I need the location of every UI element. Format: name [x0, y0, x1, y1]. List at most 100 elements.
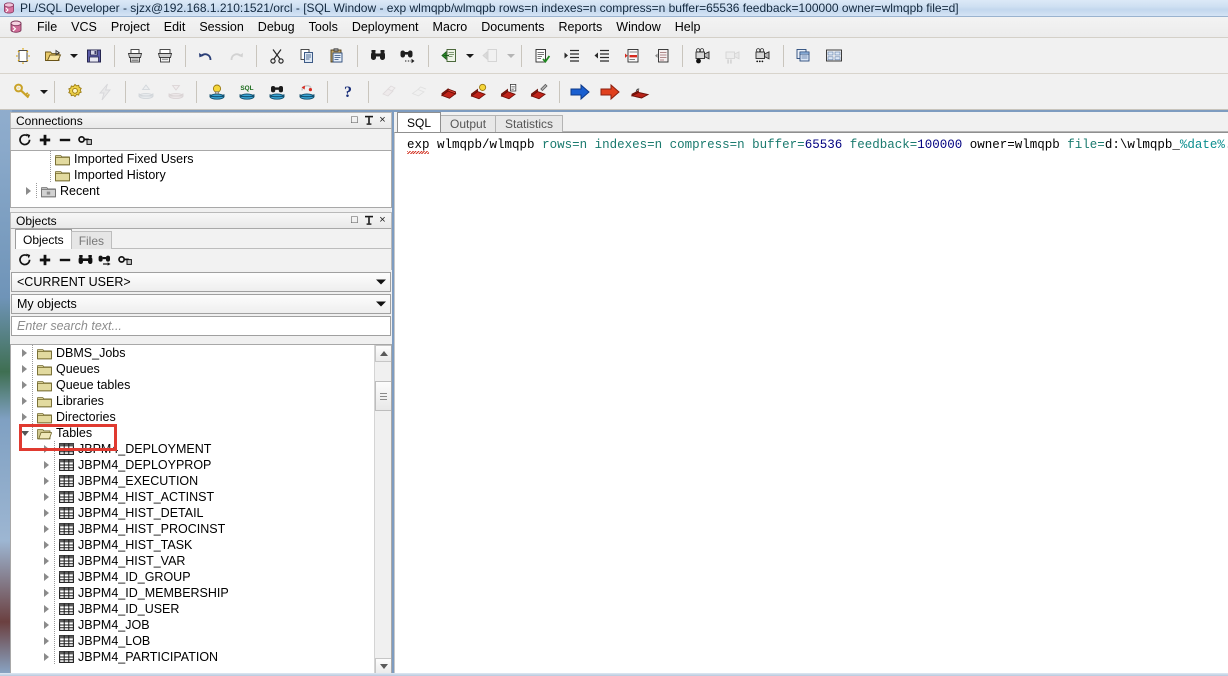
search-input[interactable]: Enter search text...	[11, 316, 391, 336]
new-document-icon[interactable]	[10, 43, 36, 69]
expand-triangle-icon[interactable]	[41, 633, 52, 649]
execute-dropdown-arrow-icon[interactable]	[464, 43, 475, 69]
user-filter-combo[interactable]: <CURRENT USER>	[11, 272, 391, 292]
menu-project[interactable]: Project	[104, 18, 157, 36]
menu-session[interactable]: Session	[192, 18, 250, 36]
expand-triangle-icon[interactable]	[41, 569, 52, 585]
menu-tools[interactable]: Tools	[302, 18, 345, 36]
tree-row[interactable]: DBMS_Jobs	[11, 345, 374, 361]
tree-row[interactable]: JBPM4_HIST_TASK	[11, 537, 374, 553]
tree-row[interactable]: Libraries	[11, 393, 374, 409]
gold-key-icon[interactable]	[10, 79, 36, 105]
menu-vcs[interactable]: VCS	[64, 18, 104, 36]
menu-macro[interactable]: Macro	[426, 18, 475, 36]
expand-triangle-icon[interactable]	[41, 617, 52, 633]
scroll-up-button[interactable]	[375, 345, 391, 362]
tree-row[interactable]: Recent	[11, 183, 391, 199]
clipboard-paste-icon[interactable]	[324, 43, 350, 69]
doc-check-icon[interactable]	[529, 43, 555, 69]
menu-help[interactable]: Help	[668, 18, 708, 36]
minus-icon[interactable]	[55, 250, 75, 269]
scrollbar-thumb[interactable]	[375, 381, 391, 411]
expand-triangle-icon[interactable]	[41, 473, 52, 489]
open-folder-icon[interactable]	[40, 43, 66, 69]
session-key-dropdown-arrow-icon[interactable]	[38, 79, 49, 105]
indent-increase-icon[interactable]	[559, 43, 585, 69]
db-refresh-red-icon[interactable]	[294, 79, 320, 105]
red-toolbox-page-icon[interactable]	[496, 79, 522, 105]
binoculars-next-icon[interactable]	[395, 43, 421, 69]
tree-row[interactable]: JBPM4_PARTICIPATION	[11, 649, 374, 665]
tree-row[interactable]: Directories	[11, 409, 374, 425]
tree-row[interactable]: JBPM4_JOB	[11, 617, 374, 633]
expand-triangle-icon[interactable]	[41, 649, 52, 665]
expand-triangle-icon[interactable]	[41, 537, 52, 553]
connections-tree[interactable]: Imported Fixed Users Imported History Rece…	[10, 150, 392, 208]
indent-decrease-icon[interactable]	[589, 43, 615, 69]
red-toolbox-wrench-icon[interactable]	[526, 79, 552, 105]
red-toolbox-bulb-icon[interactable]	[466, 79, 492, 105]
close-icon[interactable]: ×	[376, 214, 389, 227]
expand-triangle-icon[interactable]	[19, 377, 30, 393]
tab-files[interactable]: Files	[70, 231, 113, 249]
expand-triangle-icon[interactable]	[41, 601, 52, 617]
tree-row[interactable]: JBPM4_ID_GROUP	[11, 569, 374, 585]
menu-reports[interactable]: Reports	[552, 18, 610, 36]
tree-row[interactable]: Imported History	[11, 167, 391, 183]
scissors-icon[interactable]	[264, 43, 290, 69]
expand-triangle-icon[interactable]	[41, 505, 52, 521]
red-briefcase-icon[interactable]	[627, 79, 653, 105]
expand-triangle-icon[interactable]	[41, 521, 52, 537]
pushpin-icon[interactable]	[362, 114, 375, 127]
expand-triangle-icon[interactable]	[19, 393, 30, 409]
undo-arrow-icon[interactable]	[193, 43, 219, 69]
tree-row[interactable]: JBPM4_LOB	[11, 633, 374, 649]
doc-plain-icon[interactable]	[649, 43, 675, 69]
tree-row[interactable]: JBPM4_ID_USER	[11, 601, 374, 617]
tree-row[interactable]: JBPM4_HIST_DETAIL	[11, 505, 374, 521]
tree-row[interactable]: JBPM4_HIST_VAR	[11, 553, 374, 569]
minus-icon[interactable]	[55, 130, 75, 149]
red-right-arrow-icon[interactable]	[597, 79, 623, 105]
blue-right-arrow-icon[interactable]	[567, 79, 593, 105]
printer-icon[interactable]	[122, 43, 148, 69]
binoculars-icon[interactable]	[75, 250, 95, 269]
question-mark-icon[interactable]: ?	[335, 79, 361, 105]
tile-windows-icon[interactable]	[821, 43, 847, 69]
expand-triangle-icon[interactable]	[41, 489, 52, 505]
expand-triangle-icon[interactable]	[41, 441, 52, 457]
plus-icon[interactable]	[35, 250, 55, 269]
camera-record-icon[interactable]	[690, 43, 716, 69]
key-lock-icon[interactable]	[75, 130, 95, 149]
print-preview-icon[interactable]	[152, 43, 178, 69]
tree-row[interactable]: Queues	[11, 361, 374, 377]
db-bulb-icon[interactable]	[204, 79, 230, 105]
pushpin-icon[interactable]	[362, 214, 375, 227]
expand-triangle-icon[interactable]	[23, 183, 34, 199]
tab-sql[interactable]: SQL	[397, 112, 442, 132]
expand-triangle-icon[interactable]	[41, 553, 52, 569]
tree-row[interactable]: JBPM4_DEPLOYMENT	[11, 441, 374, 457]
tree-row[interactable]: Imported Fixed Users	[11, 151, 391, 167]
open-dropdown-arrow-icon[interactable]	[68, 43, 79, 69]
tree-row[interactable]: Tables	[11, 425, 374, 441]
menu-debug[interactable]: Debug	[251, 18, 302, 36]
tree-row[interactable]: Queue tables	[11, 377, 374, 393]
objects-tree[interactable]: DBMS_Jobs Queues Queue tables Libraries Dire…	[10, 344, 392, 676]
expand-triangle-icon[interactable]	[41, 457, 52, 473]
plus-icon[interactable]	[35, 130, 55, 149]
menu-documents[interactable]: Documents	[474, 18, 551, 36]
refresh-circular-icon[interactable]	[15, 130, 35, 149]
red-toolbox-icon[interactable]	[436, 79, 462, 105]
square-icon[interactable]: □	[348, 114, 361, 127]
tree-row[interactable]: JBPM4_HIST_ACTINST	[11, 489, 374, 505]
key-lock-icon[interactable]	[115, 250, 135, 269]
tree-row[interactable]: JBPM4_ID_MEMBERSHIP	[11, 585, 374, 601]
refresh-circular-icon[interactable]	[15, 250, 35, 269]
db-sql-icon[interactable]: SQL	[234, 79, 260, 105]
scope-filter-combo[interactable]: My objects	[11, 294, 391, 314]
cascade-windows-icon[interactable]	[791, 43, 817, 69]
binoculars-icon[interactable]	[365, 43, 391, 69]
menu-file[interactable]: File	[30, 18, 64, 36]
copy-pages-icon[interactable]	[294, 43, 320, 69]
